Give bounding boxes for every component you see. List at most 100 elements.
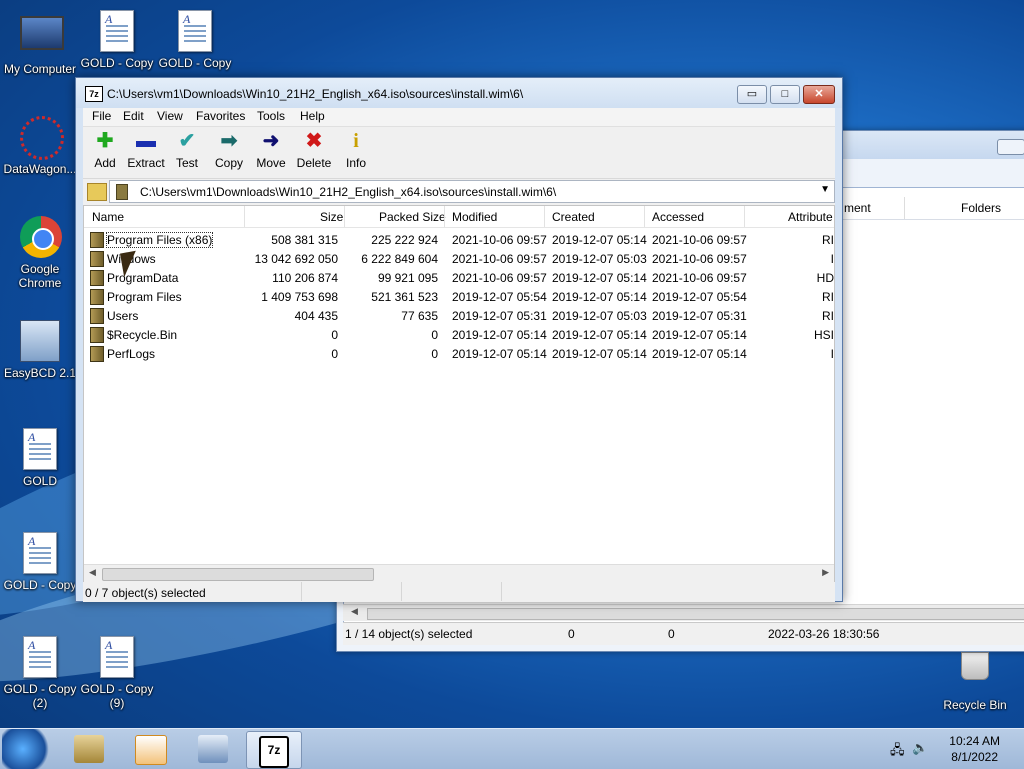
- menu-file[interactable]: File: [92, 109, 111, 123]
- clock[interactable]: 10:24 AM 8/1/2022: [949, 733, 1000, 765]
- copy-button[interactable]: ➡ Copy: [207, 130, 251, 170]
- close-button[interactable]: ✕: [803, 85, 835, 104]
- checker-icon: [135, 735, 167, 765]
- delete-button[interactable]: ✖ Delete: [292, 130, 336, 170]
- desktop-icon-gold-copy[interactable]: A GOLD - Copy: [77, 10, 157, 70]
- address-field[interactable]: C:\Users\vm1\Downloads\Win10_21H2_Englis…: [109, 180, 835, 203]
- table-row[interactable]: Program Files (x86) 508 381 315 225 222 …: [84, 230, 834, 249]
- row-packed: 521 361 523: [371, 290, 438, 304]
- horizontal-scrollbar[interactable]: ◀ ▶: [84, 564, 834, 582]
- row-accessed: 2019-12-07 05:31: [652, 309, 747, 323]
- move-button[interactable]: ➜ Move: [249, 130, 293, 170]
- window-titlebar[interactable]: 7z C:\Users\vm1\Downloads\Win10_21H2_Eng…: [76, 78, 842, 108]
- add-button[interactable]: ✚ Add: [83, 130, 127, 170]
- column-header[interactable]: Folders: [961, 201, 1001, 215]
- row-created: 2019-12-07 05:14: [552, 328, 647, 342]
- table-row[interactable]: Users 404 435 77 635 2019-12-07 05:31 20…: [84, 306, 834, 325]
- row-name: Users: [107, 309, 139, 323]
- file-list[interactable]: Name Size Packed Size Modified Created A…: [83, 205, 835, 583]
- desktop-icon-label: GOLD: [22, 474, 57, 488]
- document-icon: A: [97, 636, 137, 680]
- maximize-button[interactable]: □: [770, 85, 800, 104]
- scrollbar-thumb[interactable]: [367, 608, 1024, 620]
- test-button[interactable]: ✔ Test: [165, 130, 209, 170]
- delete-label: Delete: [296, 156, 332, 170]
- check-icon: ✔: [178, 130, 196, 152]
- scroll-left-arrow-icon[interactable]: ◀: [351, 606, 358, 617]
- computer-icon: [198, 735, 228, 763]
- menu-edit[interactable]: Edit: [123, 109, 144, 123]
- row-size: 0: [331, 347, 338, 361]
- row-packed: 0: [431, 347, 438, 361]
- folder-icon: [90, 289, 104, 305]
- recycle-bin-icon: [955, 652, 995, 696]
- taskbar-checker[interactable]: [124, 731, 178, 767]
- archive-folder-icon: [116, 184, 128, 200]
- column-modified[interactable]: Modified: [452, 210, 497, 224]
- row-size: 110 206 874: [272, 271, 338, 285]
- desktop-icon-gold-copy-2[interactable]: A GOLD - Copy (2): [0, 636, 80, 710]
- desktop-icon-datawagon[interactable]: DataWagon...: [0, 114, 80, 176]
- desktop-icon-gold-copy-9[interactable]: A GOLD - Copy (9): [77, 636, 157, 710]
- document-icon: A: [20, 636, 60, 680]
- document-icon: A: [175, 10, 215, 54]
- table-row[interactable]: ProgramData 110 206 874 99 921 095 2021-…: [84, 268, 834, 287]
- 7zip-window[interactable]: 7z C:\Users\vm1\Downloads\Win10_21H2_Eng…: [75, 77, 843, 602]
- minimize-button[interactable]: ▭: [737, 85, 767, 104]
- folder-icon: [90, 346, 104, 362]
- desktop-icon-easybcd[interactable]: EasyBCD 2.1: [0, 320, 80, 380]
- desktop-icon-gold-copy[interactable]: A GOLD - Copy: [155, 10, 235, 70]
- column-packed-size[interactable]: Packed Size: [379, 210, 446, 224]
- volume-icon[interactable]: 🔈: [912, 740, 928, 756]
- taskbar-7zip[interactable]: 7z: [246, 731, 302, 769]
- row-accessed: 2021-10-06 09:57: [652, 233, 747, 247]
- desktop-icon-gold-copy[interactable]: A GOLD - Copy: [0, 532, 80, 592]
- minimize-button[interactable]: [997, 139, 1024, 155]
- start-button[interactable]: [2, 729, 54, 769]
- column-attribute[interactable]: Attribute: [788, 210, 833, 224]
- scrollbar-thumb[interactable]: [102, 568, 374, 581]
- row-attr: I: [830, 252, 834, 266]
- info-button[interactable]: i Info: [334, 130, 378, 170]
- column-accessed[interactable]: Accessed: [652, 210, 704, 224]
- desktop-icon-label: GOLD - Copy: [3, 578, 77, 592]
- horizontal-scrollbar[interactable]: ◀: [343, 604, 1024, 621]
- document-icon: A: [20, 428, 60, 472]
- column-size[interactable]: Size: [320, 210, 343, 224]
- taskbar-explorer[interactable]: [62, 731, 116, 767]
- menu-tools[interactable]: Tools: [257, 109, 285, 123]
- desktop-icon-label: My Computer: [3, 62, 77, 76]
- menu-help[interactable]: Help: [300, 109, 325, 123]
- row-modified: 2019-12-07 05:14: [452, 347, 547, 361]
- row-size: 508 381 315: [271, 233, 338, 247]
- network-icon[interactable]: 🖧: [890, 741, 905, 763]
- address-path: C:\Users\vm1\Downloads\Win10_21H2_Englis…: [140, 185, 557, 199]
- copy-label: Copy: [214, 156, 243, 170]
- table-row[interactable]: $Recycle.Bin 0 0 2019-12-07 05:14 2019-1…: [84, 325, 834, 344]
- folder-up-button[interactable]: [87, 183, 107, 201]
- taskbar: 7z 🖧 🔈 10:24 AM 8/1/2022: [0, 728, 1024, 769]
- desktop-icon-label: GOLD - Copy: [80, 56, 154, 70]
- row-accessed: 2019-12-07 05:14: [652, 347, 747, 361]
- row-name: ProgramData: [107, 271, 179, 285]
- menu-view[interactable]: View: [157, 109, 183, 123]
- column-created[interactable]: Created: [552, 210, 595, 224]
- menu-favorites[interactable]: Favorites: [196, 109, 245, 123]
- table-row[interactable]: PerfLogs 0 0 2019-12-07 05:14 2019-12-07…: [84, 344, 834, 363]
- scroll-left-arrow-icon[interactable]: ◀: [89, 567, 96, 578]
- column-header[interactable]: ment: [844, 201, 871, 215]
- desktop-icon-google-chrome[interactable]: Google Chrome: [0, 216, 80, 290]
- row-attr: I: [830, 347, 834, 361]
- extract-button[interactable]: ▬ Extract: [124, 130, 168, 170]
- table-row[interactable]: Windows 13 042 692 050 6 222 849 604 202…: [84, 249, 834, 268]
- chevron-down-icon[interactable]: ▼: [820, 184, 830, 195]
- desktop-icon-recycle-bin[interactable]: Recycle Bin: [935, 648, 1015, 712]
- row-attr: HD: [816, 271, 834, 285]
- column-name[interactable]: Name: [92, 210, 124, 224]
- taskbar-computer[interactable]: [186, 731, 240, 767]
- scroll-right-arrow-icon[interactable]: ▶: [822, 567, 829, 578]
- desktop-icon-gold[interactable]: A GOLD: [0, 428, 80, 488]
- desktop-icon-my-computer[interactable]: My Computer: [0, 10, 80, 76]
- table-row[interactable]: Program Files 1 409 753 698 521 361 523 …: [84, 287, 834, 306]
- datawagon-icon: [20, 116, 64, 160]
